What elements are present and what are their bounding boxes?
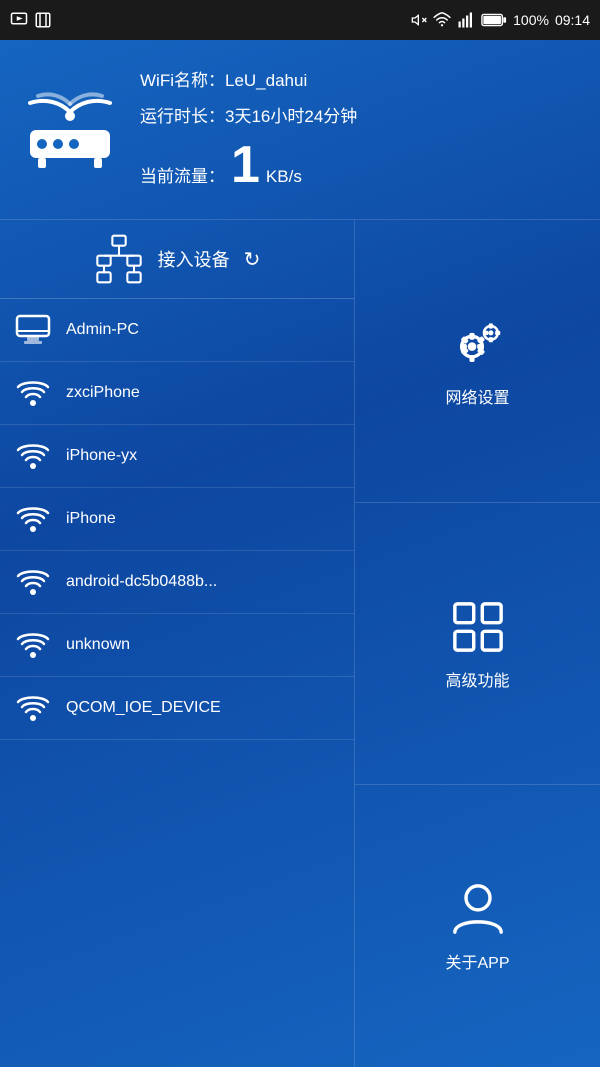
devices-title: 接入设备 bbox=[158, 246, 230, 272]
settings-gear-icon bbox=[448, 314, 508, 374]
left-panel: 接入设备 ↻ Admin-PC zxciPhone bbox=[0, 220, 355, 1067]
device-icon bbox=[14, 500, 52, 538]
devices-header: 接入设备 ↻ bbox=[0, 220, 354, 299]
network-tree-icon bbox=[94, 234, 144, 284]
status-left-icons bbox=[10, 11, 52, 29]
screen-record-icon bbox=[10, 11, 28, 29]
grid-icon bbox=[448, 597, 508, 657]
person-icon bbox=[448, 879, 508, 939]
top-panel: WiFi名称：LeU_dahui 运行时长：3天16小时24分钟 当前流量： 1… bbox=[0, 40, 600, 220]
device-list-item[interactable]: Admin-PC bbox=[0, 299, 354, 362]
network-settings-label: 网络设置 bbox=[445, 384, 509, 408]
device-name: unknown bbox=[66, 636, 130, 654]
device-icon bbox=[14, 689, 52, 727]
signal-icon bbox=[457, 11, 475, 29]
device-icon bbox=[14, 374, 52, 412]
flow-label: 当前流量： bbox=[140, 162, 225, 187]
advanced-features-button[interactable]: 高级功能 bbox=[355, 503, 600, 786]
router-icon bbox=[20, 82, 120, 177]
bottom-section: 接入设备 ↻ Admin-PC zxciPhone bbox=[0, 220, 600, 1067]
main-content: WiFi名称：LeU_dahui 运行时长：3天16小时24分钟 当前流量： 1… bbox=[0, 40, 600, 1067]
router-info: WiFi名称：LeU_dahui 运行时长：3天16小时24分钟 当前流量： 1… bbox=[140, 68, 580, 191]
device-name: Admin-PC bbox=[66, 321, 139, 339]
device-list-item[interactable]: iPhone-yx bbox=[0, 425, 354, 488]
status-bar: 100% 09:14 bbox=[0, 0, 600, 40]
device-icon bbox=[14, 437, 52, 475]
battery-icon bbox=[481, 13, 507, 27]
refresh-icon[interactable]: ↻ bbox=[244, 247, 261, 272]
uptime: 运行时长：3天16小时24分钟 bbox=[140, 104, 580, 130]
device-name: zxciPhone bbox=[66, 384, 140, 402]
flow-number: 1 bbox=[231, 139, 260, 191]
advanced-features-label: 高级功能 bbox=[445, 667, 509, 691]
battery-percent: 100% bbox=[513, 12, 549, 28]
device-list-item[interactable]: zxciPhone bbox=[0, 362, 354, 425]
time: 09:14 bbox=[555, 12, 590, 28]
device-name: iPhone-yx bbox=[66, 447, 137, 465]
flow-unit: KB/s bbox=[266, 167, 302, 187]
device-name: iPhone bbox=[66, 510, 116, 528]
device-icon bbox=[14, 563, 52, 601]
device-name: android-dc5b0488b... bbox=[66, 573, 217, 591]
device-icon bbox=[14, 626, 52, 664]
status-right-icons: 100% 09:14 bbox=[411, 11, 590, 29]
screenshot-icon bbox=[34, 11, 52, 29]
wifi-icon bbox=[433, 11, 451, 29]
device-list-item[interactable]: iPhone bbox=[0, 488, 354, 551]
about-app-button[interactable]: 关于APP bbox=[355, 785, 600, 1067]
network-settings-button[interactable]: 网络设置 bbox=[355, 220, 600, 503]
right-panel: 网络设置 高级功能 关于APP bbox=[355, 220, 600, 1067]
device-list: Admin-PC zxciPhone iPhone-yx bbox=[0, 299, 354, 740]
wifi-name: WiFi名称：LeU_dahui bbox=[140, 68, 580, 94]
device-name: QCOM_IOE_DEVICE bbox=[66, 699, 221, 717]
mute-icon bbox=[411, 12, 427, 28]
about-app-label: 关于APP bbox=[445, 949, 509, 973]
device-list-item[interactable]: android-dc5b0488b... bbox=[0, 551, 354, 614]
device-list-item[interactable]: QCOM_IOE_DEVICE bbox=[0, 677, 354, 740]
device-list-item[interactable]: unknown bbox=[0, 614, 354, 677]
device-icon bbox=[14, 311, 52, 349]
